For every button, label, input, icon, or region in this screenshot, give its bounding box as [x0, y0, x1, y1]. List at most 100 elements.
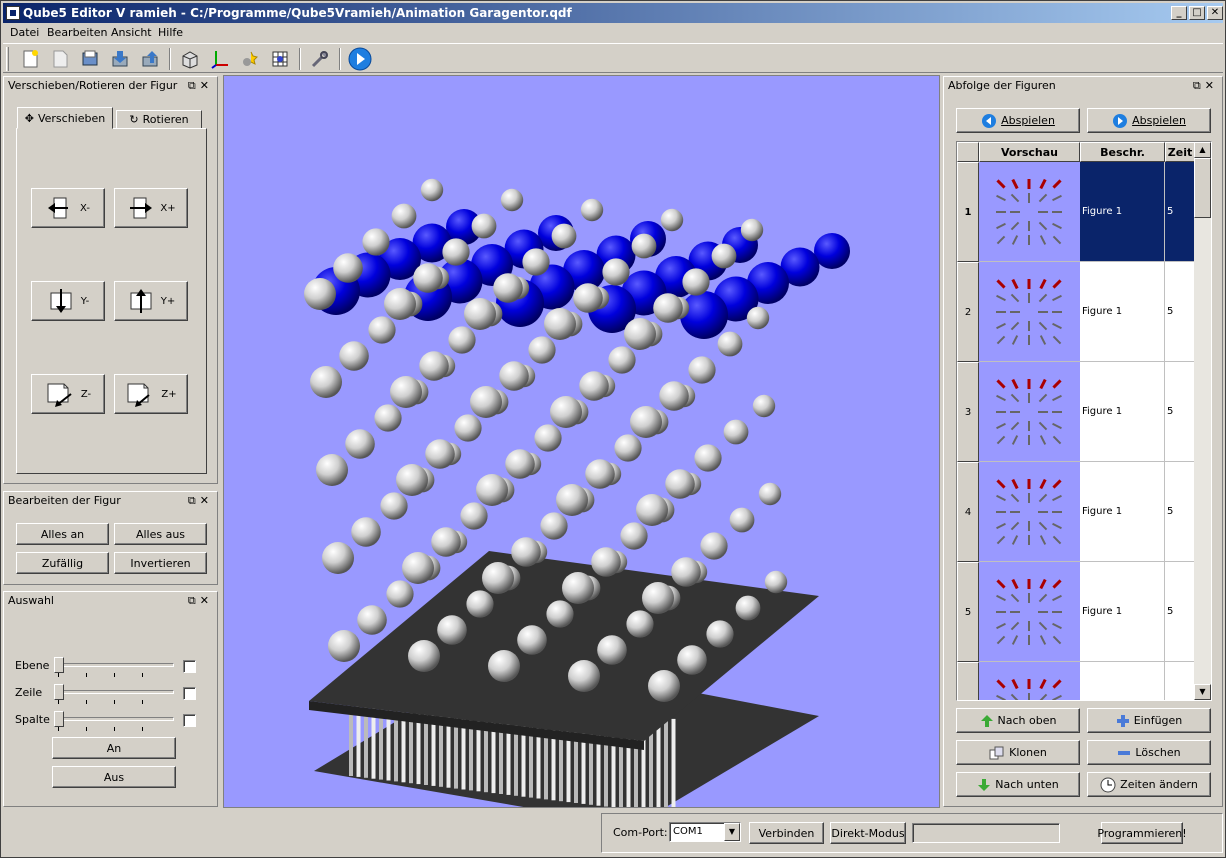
- y-minus-button[interactable]: Y-: [31, 281, 105, 321]
- led-sphere-off[interactable]: [648, 670, 680, 702]
- led-sphere-off[interactable]: [493, 273, 523, 303]
- led-sphere-off[interactable]: [688, 356, 716, 384]
- on-button[interactable]: An: [52, 737, 176, 759]
- led-sphere-off[interactable]: [420, 178, 444, 202]
- close-icon[interactable]: ✕: [200, 79, 213, 92]
- column-header-preview[interactable]: Vorschau: [979, 142, 1080, 162]
- led-sphere-off[interactable]: [442, 238, 470, 266]
- led-sphere-off[interactable]: [711, 243, 737, 269]
- z-plus-button[interactable]: Z+: [114, 374, 188, 414]
- led-sphere-off[interactable]: [608, 346, 636, 374]
- led-sphere-off[interactable]: [546, 600, 574, 628]
- menu-hilfe[interactable]: Hilfe: [158, 26, 183, 39]
- row-number[interactable]: 4: [957, 462, 979, 562]
- led-sphere-off[interactable]: [620, 522, 648, 550]
- change-times-button[interactable]: Zeiten ändern: [1087, 772, 1211, 797]
- led-sphere-off[interactable]: [408, 640, 440, 672]
- vertical-scrollbar[interactable]: ▲ ▼: [1194, 142, 1211, 700]
- led-sphere-off[interactable]: [505, 449, 535, 479]
- play-icon[interactable]: [347, 47, 373, 71]
- sequence-table[interactable]: Vorschau Beschr. Zeit 1 Figure 1 5 2 Figure …: [956, 141, 1212, 701]
- off-button[interactable]: Aus: [52, 766, 176, 788]
- all-on-button[interactable]: Alles an: [16, 523, 109, 545]
- led-sphere-off[interactable]: [391, 203, 417, 229]
- led-sphere-off[interactable]: [431, 527, 461, 557]
- row-number[interactable]: 2: [957, 262, 979, 362]
- led-sphere-off[interactable]: [396, 464, 428, 496]
- com-port-select[interactable]: COM1 ▼: [669, 822, 741, 842]
- led-sphere-off[interactable]: [304, 278, 336, 310]
- led-sphere-off[interactable]: [390, 376, 422, 408]
- led-sphere-on[interactable]: [814, 233, 850, 269]
- led-sphere-off[interactable]: [386, 580, 414, 608]
- led-sphere-off[interactable]: [758, 482, 782, 506]
- led-sphere-off[interactable]: [345, 429, 375, 459]
- invert-button[interactable]: Invertieren: [114, 552, 207, 574]
- save-as-icon[interactable]: [137, 47, 163, 71]
- led-sphere-off[interactable]: [550, 396, 582, 428]
- insert-button[interactable]: Einfügen: [1087, 708, 1211, 733]
- axes-icon[interactable]: [207, 47, 233, 71]
- row-number[interactable]: 1: [957, 162, 979, 262]
- close-icon[interactable]: ✕: [200, 594, 213, 607]
- scroll-thumb[interactable]: [1194, 158, 1211, 218]
- led-sphere-off[interactable]: [528, 336, 556, 364]
- scroll-down-icon[interactable]: ▼: [1194, 684, 1211, 700]
- slider-thumb[interactable]: [54, 657, 64, 673]
- row-number[interactable]: [957, 662, 979, 700]
- led-sphere-off[interactable]: [460, 502, 488, 530]
- menu-datei[interactable]: Datei: [10, 26, 39, 39]
- float-icon[interactable]: ⧉: [188, 79, 200, 92]
- led-sphere-off[interactable]: [579, 371, 609, 401]
- led-sphere-off[interactable]: [339, 341, 369, 371]
- column-slider[interactable]: [54, 711, 174, 731]
- led-sphere-off[interactable]: [740, 218, 764, 242]
- float-icon[interactable]: ⧉: [188, 494, 200, 507]
- new-file-icon[interactable]: [17, 47, 43, 71]
- led-sphere-off[interactable]: [333, 253, 363, 283]
- led-sphere-off[interactable]: [636, 494, 668, 526]
- save-icon[interactable]: [107, 47, 133, 71]
- random-button[interactable]: Zufällig: [16, 552, 109, 574]
- led-sphere-off[interactable]: [631, 233, 657, 259]
- led-sphere-off[interactable]: [706, 620, 734, 648]
- row-slider[interactable]: [54, 684, 174, 704]
- led-sphere-off[interactable]: [682, 268, 710, 296]
- tools-icon[interactable]: [307, 47, 333, 71]
- led-sphere-off[interactable]: [585, 459, 615, 489]
- led-sphere-off[interactable]: [464, 298, 496, 330]
- led-sphere-off[interactable]: [614, 434, 642, 462]
- led-sphere-off[interactable]: [437, 615, 467, 645]
- close-icon[interactable]: ✕: [200, 494, 213, 507]
- layer-checkbox[interactable]: [183, 660, 196, 673]
- table-row[interactable]: 5 Figure 15: [957, 562, 1195, 662]
- led-sphere-off[interactable]: [482, 562, 514, 594]
- layer-slider[interactable]: [54, 657, 174, 677]
- play-backward-button[interactable]: Abspielen: [956, 108, 1080, 133]
- led-sphere-off[interactable]: [425, 439, 455, 469]
- float-icon[interactable]: ⧉: [188, 594, 200, 607]
- connect-button[interactable]: Verbinden: [749, 822, 824, 844]
- led-sphere-off[interactable]: [413, 263, 443, 293]
- cube-icon[interactable]: [177, 47, 203, 71]
- led-sphere-off[interactable]: [522, 248, 550, 276]
- x-plus-button[interactable]: X+: [114, 188, 188, 228]
- effects-icon[interactable]: [237, 47, 263, 71]
- led-sphere-off[interactable]: [642, 582, 674, 614]
- led-sphere-off[interactable]: [310, 366, 342, 398]
- led-sphere-off[interactable]: [660, 208, 684, 232]
- led-sphere-off[interactable]: [723, 419, 749, 445]
- delete-button[interactable]: Löschen: [1087, 740, 1211, 765]
- led-sphere-off[interactable]: [630, 406, 662, 438]
- led-sphere-off[interactable]: [626, 610, 654, 638]
- led-cube-render[interactable]: [224, 76, 940, 808]
- row-number[interactable]: 3: [957, 362, 979, 462]
- led-sphere-off[interactable]: [717, 331, 743, 357]
- x-minus-button[interactable]: X-: [31, 188, 105, 228]
- minimize-button[interactable]: _: [1171, 6, 1187, 20]
- scroll-up-icon[interactable]: ▲: [1194, 142, 1211, 158]
- led-sphere-off[interactable]: [511, 537, 541, 567]
- program-button[interactable]: Programmieren!: [1097, 822, 1187, 844]
- led-sphere-off[interactable]: [568, 660, 600, 692]
- led-sphere-off[interactable]: [665, 469, 695, 499]
